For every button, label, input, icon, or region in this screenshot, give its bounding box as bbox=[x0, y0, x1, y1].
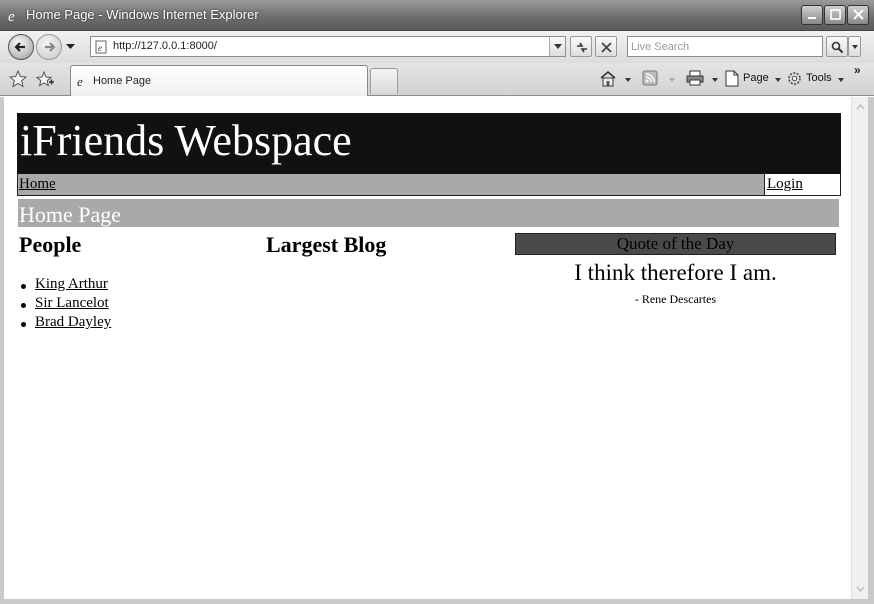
page-viewport: iFriends Webspace Home Login Home Page P… bbox=[4, 97, 851, 599]
quote-text: I think therefore I am. bbox=[574, 260, 777, 285]
chevron-down-icon bbox=[838, 78, 844, 82]
svg-text:e: e bbox=[98, 43, 102, 53]
vertical-scrollbar[interactable] bbox=[851, 97, 868, 599]
tools-menu-button[interactable]: Tools bbox=[786, 69, 846, 89]
close-button[interactable] bbox=[847, 5, 869, 25]
person-link[interactable]: Brad Dayley bbox=[35, 314, 111, 330]
list-item: Brad Dayley bbox=[19, 314, 259, 333]
window-titlebar: e Home Page - Windows Internet Explorer bbox=[0, 0, 874, 31]
address-url: http://127.0.0.1:8000/ bbox=[113, 40, 217, 52]
favorites-star-icon[interactable] bbox=[9, 70, 27, 88]
svg-text:e: e bbox=[8, 9, 15, 23]
tools-menu-label: Tools bbox=[806, 72, 832, 84]
address-dropdown-button[interactable] bbox=[549, 37, 565, 56]
page-icon: e bbox=[95, 40, 107, 54]
search-input[interactable] bbox=[631, 37, 821, 57]
quote-column: Quote of the Day I think therefore I am.… bbox=[515, 233, 836, 307]
svg-text:e: e bbox=[77, 74, 83, 88]
maximize-icon bbox=[830, 9, 841, 20]
back-button[interactable] bbox=[8, 34, 34, 60]
refresh-button[interactable] bbox=[570, 36, 592, 57]
search-button[interactable] bbox=[826, 36, 848, 57]
nav-login-link[interactable]: Login bbox=[767, 176, 803, 193]
arrow-left-icon bbox=[14, 42, 25, 52]
search-options-button[interactable] bbox=[848, 36, 861, 57]
print-button[interactable] bbox=[686, 69, 720, 89]
tab-toolbar: e Home Page Page Tools » bbox=[0, 63, 874, 96]
list-item: Sir Lancelot bbox=[19, 295, 259, 314]
site-banner: iFriends Webspace bbox=[17, 113, 841, 174]
chevron-down-icon bbox=[554, 44, 562, 49]
page-icon: e bbox=[77, 74, 83, 88]
people-heading: People bbox=[19, 232, 82, 257]
person-link[interactable]: King Arthur bbox=[35, 276, 108, 292]
new-tab-button[interactable] bbox=[370, 68, 398, 94]
window-frame-bottom bbox=[0, 599, 874, 604]
home-button[interactable] bbox=[599, 69, 633, 89]
search-field[interactable] bbox=[627, 36, 823, 57]
tab-label: Home Page bbox=[93, 75, 152, 87]
more-commands-button[interactable]: » bbox=[854, 63, 861, 77]
rss-feed-icon bbox=[642, 70, 658, 86]
site-nav-bar: Home Login bbox=[17, 174, 841, 196]
add-favorites-icon[interactable] bbox=[36, 70, 54, 88]
feeds-button[interactable] bbox=[642, 69, 676, 89]
stop-button[interactable] bbox=[595, 36, 617, 57]
chevron-down-icon bbox=[852, 45, 858, 49]
recent-pages-dropdown-icon[interactable] bbox=[66, 44, 75, 50]
arrow-right-icon bbox=[45, 42, 56, 52]
gear-icon bbox=[788, 72, 801, 85]
refresh-icon bbox=[577, 42, 587, 53]
address-field[interactable]: e http://127.0.0.1:8000/ bbox=[90, 36, 566, 57]
nav-login-cell: Login bbox=[764, 174, 840, 195]
blog-column: Largest Blog bbox=[266, 232, 506, 258]
page-menu-button[interactable]: Page bbox=[724, 69, 782, 89]
people-list: King Arthur Sir Lancelot Brad Dayley bbox=[19, 276, 259, 333]
list-item: King Arthur bbox=[19, 276, 259, 295]
printer-icon bbox=[686, 70, 704, 86]
site-title: iFriends Webspace bbox=[20, 116, 352, 165]
address-toolbar: e http://127.0.0.1:8000/ bbox=[0, 31, 874, 63]
chevron-down-icon bbox=[712, 78, 718, 82]
page-heading: Home Page bbox=[19, 202, 122, 227]
nav-home-link[interactable]: Home bbox=[19, 176, 56, 193]
page-heading-bar: Home Page bbox=[18, 199, 839, 227]
chevron-down-icon bbox=[669, 78, 675, 82]
chevron-down-icon bbox=[625, 78, 631, 82]
scroll-up-icon[interactable] bbox=[854, 100, 867, 114]
window-frame-right bbox=[868, 97, 874, 604]
chevron-down-icon bbox=[775, 78, 781, 82]
quote-heading: Quote of the Day bbox=[515, 233, 836, 255]
blog-heading: Largest Blog bbox=[266, 232, 387, 257]
page-icon bbox=[725, 70, 739, 87]
stop-icon bbox=[601, 42, 612, 53]
search-icon bbox=[831, 41, 844, 54]
tab-home-page[interactable]: e Home Page bbox=[70, 65, 368, 96]
page-menu-label: Page bbox=[743, 72, 769, 84]
window-title: Home Page - Windows Internet Explorer bbox=[26, 7, 259, 22]
forward-button[interactable] bbox=[36, 34, 62, 60]
home-icon bbox=[600, 70, 616, 87]
minimize-icon bbox=[808, 17, 816, 19]
minimize-button[interactable] bbox=[801, 5, 823, 25]
scroll-down-icon[interactable] bbox=[854, 582, 867, 596]
maximize-button[interactable] bbox=[824, 5, 846, 25]
close-icon bbox=[853, 9, 864, 20]
quote-author: - Rene Descartes bbox=[634, 292, 717, 306]
internet-explorer-icon: e bbox=[8, 9, 15, 23]
people-column: People King Arthur Sir Lancelot Brad Day… bbox=[19, 232, 259, 333]
person-link[interactable]: Sir Lancelot bbox=[35, 295, 109, 311]
